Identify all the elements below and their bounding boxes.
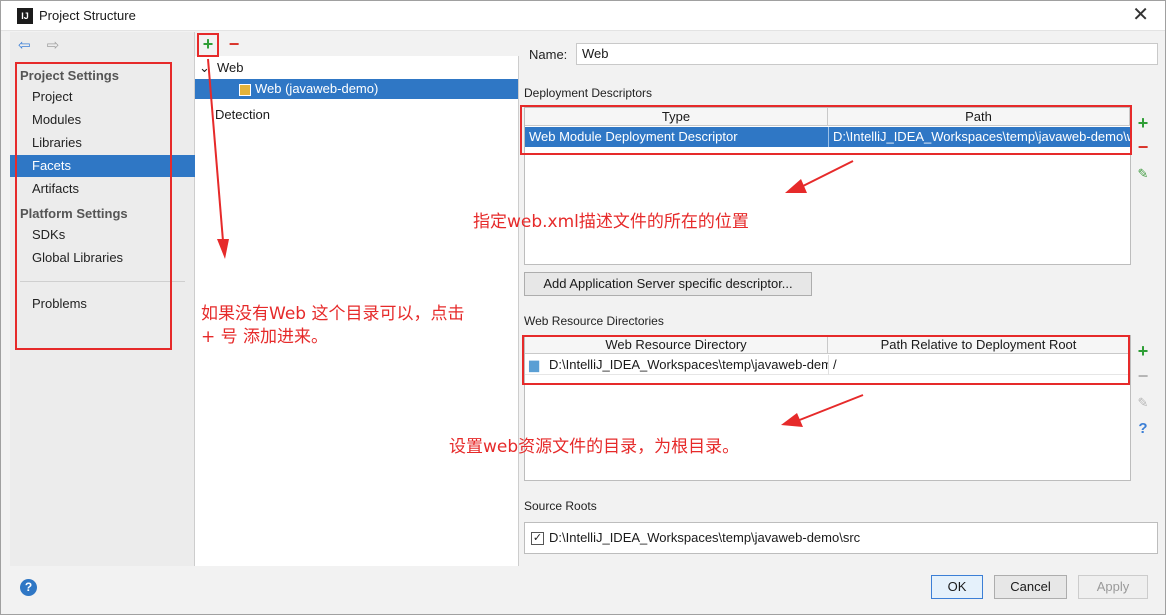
project-structure-dialog: IJ Project Structure ✕ ⇦ ⇨ Project Setti…: [0, 0, 1166, 615]
annotation-add-note-2: + 号 添加进来。: [201, 327, 329, 347]
annotation-descriptor-note: 指定web.xml描述文件的所在的位置: [473, 212, 749, 232]
annotation-add-note-1: 如果没有Web 这个目录可以，点击: [201, 304, 465, 324]
annotation-arrows: [207, 58, 864, 427]
annotation-resource-note: 设置web资源文件的目录，为根目录。: [449, 437, 740, 457]
